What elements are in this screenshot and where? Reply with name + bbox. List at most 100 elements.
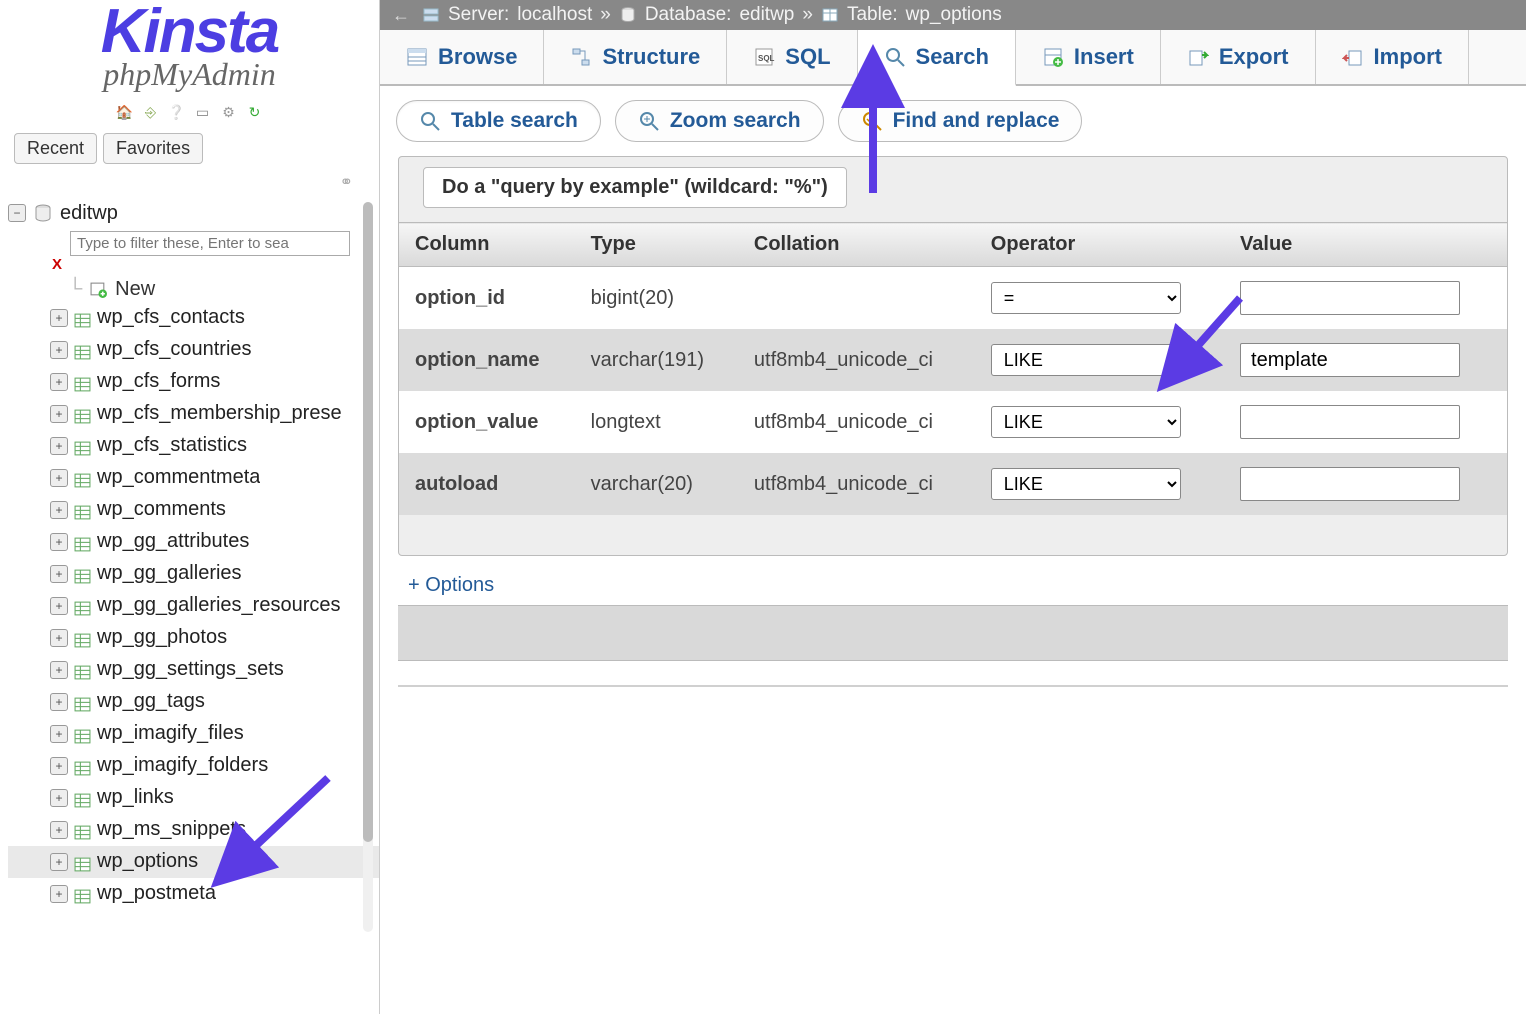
sidebar-table-wp-postmeta[interactable]: wp_postmeta xyxy=(8,878,379,910)
sidebar-table-wp-commentmeta[interactable]: wp_commentmeta xyxy=(8,462,379,494)
tab-structure[interactable]: Structure xyxy=(544,30,727,84)
database-node[interactable]: editwp xyxy=(8,200,379,227)
expand-icon[interactable] xyxy=(50,853,68,871)
sidebar-table-wp-cfs-statistics[interactable]: wp_cfs_statistics xyxy=(8,430,379,462)
table-name: wp_cfs_membership_prese xyxy=(97,399,342,428)
collapse-icon[interactable] xyxy=(8,204,26,222)
cell-column: option_id xyxy=(399,267,575,330)
expand-icon[interactable] xyxy=(50,565,68,583)
expand-icon[interactable] xyxy=(50,533,68,551)
expand-icon[interactable] xyxy=(50,437,68,455)
qbe-row-option_value: option_valuelongtextutf8mb4_unicode_ciLI… xyxy=(399,391,1507,453)
subtab-find-and-replace[interactable]: Find and replace xyxy=(838,100,1083,142)
sidebar-table-wp-gg-galleries[interactable]: wp_gg_galleries xyxy=(8,558,379,590)
expand-icon[interactable] xyxy=(50,789,68,807)
help-icon[interactable]: ❔ xyxy=(167,103,187,123)
sidebar-table-wp-gg-galleries-resources[interactable]: wp_gg_galleries_resources xyxy=(8,590,379,622)
sidebar-table-wp-gg-photos[interactable]: wp_gg_photos xyxy=(8,622,379,654)
table-name[interactable]: wp_options xyxy=(906,4,1002,26)
sidebar-table-wp-cfs-forms[interactable]: wp_cfs_forms xyxy=(8,366,379,398)
sql-icon: SQL xyxy=(753,46,775,68)
new-table-link[interactable]: └ New xyxy=(8,277,379,302)
expand-icon[interactable] xyxy=(50,469,68,487)
expand-icon[interactable] xyxy=(50,725,68,743)
expand-icon[interactable] xyxy=(50,885,68,903)
server-icon xyxy=(422,6,440,24)
expand-icon[interactable] xyxy=(50,661,68,679)
cell-column: autoload xyxy=(399,453,575,515)
collapse-link-icon[interactable]: ⚭ xyxy=(0,170,379,200)
sidebar-table-wp-cfs-contacts[interactable]: wp_cfs_contacts xyxy=(8,302,379,334)
operator-select[interactable]: LIKE xyxy=(991,468,1181,500)
sidebar-table-wp-ms-snippets[interactable]: wp_ms_snippets xyxy=(8,814,379,846)
db-name[interactable]: editwp xyxy=(739,4,794,26)
expand-icon[interactable] xyxy=(50,693,68,711)
sql-icon[interactable]: ▭ xyxy=(193,103,213,123)
value-input[interactable] xyxy=(1240,281,1460,315)
subtab-label: Zoom search xyxy=(670,109,801,133)
table-name: wp_gg_galleries xyxy=(97,559,242,588)
sidebar-table-wp-cfs-membership-prese[interactable]: wp_cfs_membership_prese xyxy=(8,398,379,430)
favorites-button[interactable]: Favorites xyxy=(103,133,203,164)
new-table-label: New xyxy=(115,278,155,301)
sidebar-table-wp-gg-attributes[interactable]: wp_gg_attributes xyxy=(8,526,379,558)
crumb-separator: » xyxy=(802,4,813,26)
table-name: wp_cfs_statistics xyxy=(97,431,247,460)
sidebar-table-wp-links[interactable]: wp_links xyxy=(8,782,379,814)
expand-icon[interactable] xyxy=(50,757,68,775)
tab-search[interactable]: Search xyxy=(858,30,1016,86)
nav-scrollbar[interactable] xyxy=(363,202,373,932)
expand-icon[interactable] xyxy=(50,821,68,839)
expand-icon[interactable] xyxy=(50,629,68,647)
sidebar-table-wp-gg-settings-sets[interactable]: wp_gg_settings_sets xyxy=(8,654,379,686)
exit-icon[interactable]: ⎆ xyxy=(141,103,161,123)
value-input[interactable] xyxy=(1240,405,1460,439)
server-label: Server: xyxy=(448,4,509,26)
operator-select[interactable]: LIKE xyxy=(991,406,1181,438)
operator-select[interactable]: LIKE xyxy=(991,344,1181,376)
value-input[interactable] xyxy=(1240,343,1460,377)
table-name: wp_comments xyxy=(97,495,226,524)
back-icon[interactable]: ← xyxy=(388,5,414,26)
filter-input[interactable] xyxy=(70,231,350,256)
table-name: wp_ms_snippets xyxy=(97,815,246,844)
table-name: wp_gg_galleries_resources xyxy=(97,591,340,620)
sidebar-table-wp-comments[interactable]: wp_comments xyxy=(8,494,379,526)
sidebar-table-wp-gg-tags[interactable]: wp_gg_tags xyxy=(8,686,379,718)
tab-import[interactable]: Import xyxy=(1316,30,1469,84)
cell-column: option_name xyxy=(399,329,575,391)
sidebar-table-wp-imagify-folders[interactable]: wp_imagify_folders xyxy=(8,750,379,782)
sidebar-table-wp-imagify-files[interactable]: wp_imagify_files xyxy=(8,718,379,750)
recent-button[interactable]: Recent xyxy=(14,133,97,164)
header-operator: Operator xyxy=(975,223,1224,267)
table-icon xyxy=(74,437,91,454)
tab-export[interactable]: Export xyxy=(1161,30,1316,84)
tab-sql[interactable]: SQLSQL xyxy=(727,30,857,84)
clear-filter-icon[interactable]: X xyxy=(52,256,62,273)
sidebar-table-wp-cfs-countries[interactable]: wp_cfs_countries xyxy=(8,334,379,366)
table-name: wp_links xyxy=(97,783,174,812)
cell-operator: = xyxy=(975,267,1224,330)
expand-icon[interactable] xyxy=(50,405,68,423)
expand-icon[interactable] xyxy=(50,501,68,519)
expand-icon[interactable] xyxy=(50,309,68,327)
header-value: Value xyxy=(1224,223,1507,267)
reload-icon[interactable]: ↻ xyxy=(245,103,265,123)
sidebar-table-wp-options[interactable]: wp_options xyxy=(8,846,379,878)
settings-icon[interactable]: ⚙ xyxy=(219,103,239,123)
operator-select[interactable]: = xyxy=(991,282,1181,314)
expand-icon[interactable] xyxy=(50,341,68,359)
options-toggle[interactable]: + Options xyxy=(398,556,1508,609)
tab-browse[interactable]: Browse xyxy=(380,30,544,84)
home-icon[interactable]: 🏠 xyxy=(115,103,135,123)
subtab-table-search[interactable]: Table search xyxy=(396,100,601,142)
expand-icon[interactable] xyxy=(50,597,68,615)
subtab-zoom-search[interactable]: Zoom search xyxy=(615,100,824,142)
server-name[interactable]: localhost xyxy=(517,4,592,26)
breadcrumb-bar: ← Server: localhost » Database: editwp »… xyxy=(380,0,1526,30)
table-list: wp_cfs_contactswp_cfs_countrieswp_cfs_fo… xyxy=(8,302,379,910)
expand-icon[interactable] xyxy=(50,373,68,391)
tab-insert[interactable]: Insert xyxy=(1016,30,1161,84)
table-name: wp_cfs_countries xyxy=(97,335,252,364)
value-input[interactable] xyxy=(1240,467,1460,501)
